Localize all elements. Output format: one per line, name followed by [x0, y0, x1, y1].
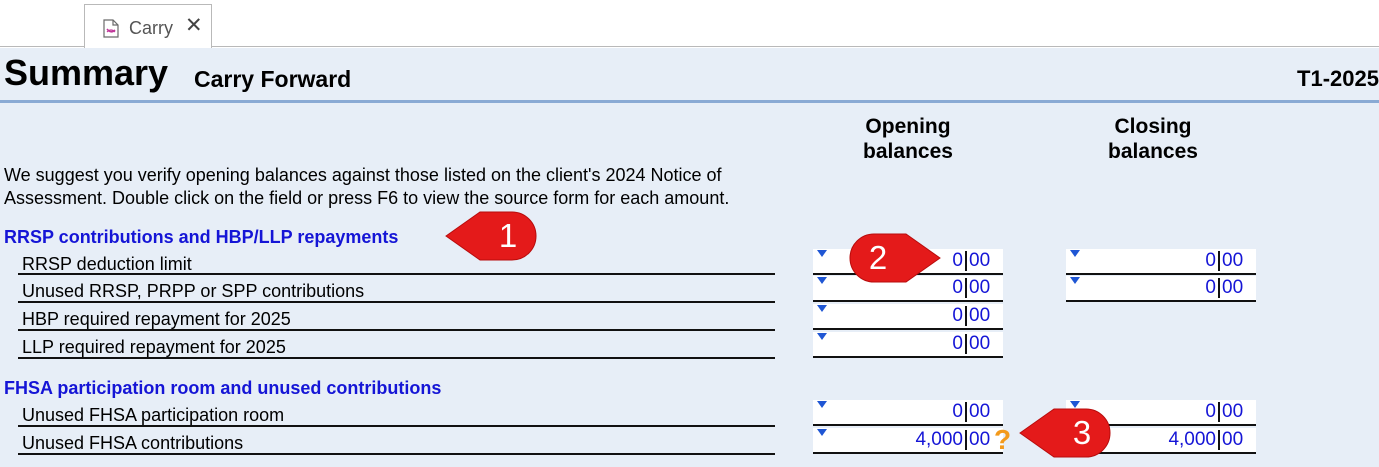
unused-rrsp-closing-field[interactable]: 0 00 — [1066, 276, 1256, 302]
page-title: Summary — [4, 52, 169, 93]
dropdown-triangle-icon — [1070, 277, 1080, 284]
callout-badge-2: 2 — [846, 230, 942, 286]
section-heading-fhsa: FHSA participation room and unused contr… — [4, 378, 442, 398]
title-divider — [0, 100, 1379, 103]
section-heading-rrsp: RRSP contributions and HBP/LLP repayment… — [4, 227, 399, 247]
page-subtitle: Carry Forward — [194, 66, 352, 92]
tab-carry[interactable]: Carry ✕ — [84, 4, 212, 48]
row-label-hbp-repayment: HBP required repayment for 2025 — [22, 309, 291, 329]
dropdown-triangle-icon — [817, 305, 827, 312]
form-document-icon — [103, 19, 119, 38]
form-id: T1-2025 — [1297, 66, 1379, 91]
opening-balances-header: Opening balances — [863, 115, 953, 163]
row-divider — [18, 425, 775, 427]
row-divider — [18, 453, 775, 455]
dropdown-triangle-icon — [817, 250, 827, 257]
llp-repayment-opening-field[interactable]: 0 00 — [813, 332, 1003, 358]
close-icon[interactable]: ✕ — [185, 15, 203, 36]
row-label-unused-fhsa-room: Unused FHSA participation room — [22, 405, 285, 425]
callout-badge-1: 1 — [444, 208, 540, 264]
tab-label: Carry — [129, 18, 173, 38]
row-label-rrsp-deduction-limit: RRSP deduction limit — [22, 254, 192, 274]
dropdown-triangle-icon — [817, 277, 827, 284]
row-divider — [18, 273, 775, 275]
hbp-repayment-opening-field[interactable]: 0 00 — [813, 304, 1003, 330]
tab-bar: Carry ✕ — [0, 0, 1379, 48]
dropdown-triangle-icon — [817, 333, 827, 340]
closing-balances-header: Closing balances — [1108, 115, 1198, 163]
row-divider — [18, 357, 775, 359]
dropdown-triangle-icon — [817, 429, 827, 436]
fhsa-room-opening-field[interactable]: 0 00 — [813, 400, 1003, 426]
carry-forward-form: Summary Carry Forward T1-2025 Opening ba… — [0, 48, 1379, 467]
row-label-llp-repayment: LLP required repayment for 2025 — [22, 337, 286, 357]
intro-text: We suggest you verify opening balances a… — [4, 165, 730, 208]
rrsp-deduction-limit-closing-field[interactable]: 0 00 — [1066, 249, 1256, 275]
fhsa-contributions-opening-field[interactable]: 4,000 00 — [813, 428, 1003, 454]
row-divider — [18, 301, 775, 303]
row-label-unused-rrsp-contributions: Unused RRSP, PRPP or SPP contributions — [22, 281, 365, 301]
review-question-icon[interactable]: ? — [994, 426, 1011, 454]
row-label-unused-fhsa-contributions: Unused FHSA contributions — [22, 433, 244, 453]
dropdown-triangle-icon — [1070, 250, 1080, 257]
callout-badge-3: 3 — [1018, 405, 1114, 461]
dropdown-triangle-icon — [817, 401, 827, 408]
row-divider — [18, 329, 775, 331]
